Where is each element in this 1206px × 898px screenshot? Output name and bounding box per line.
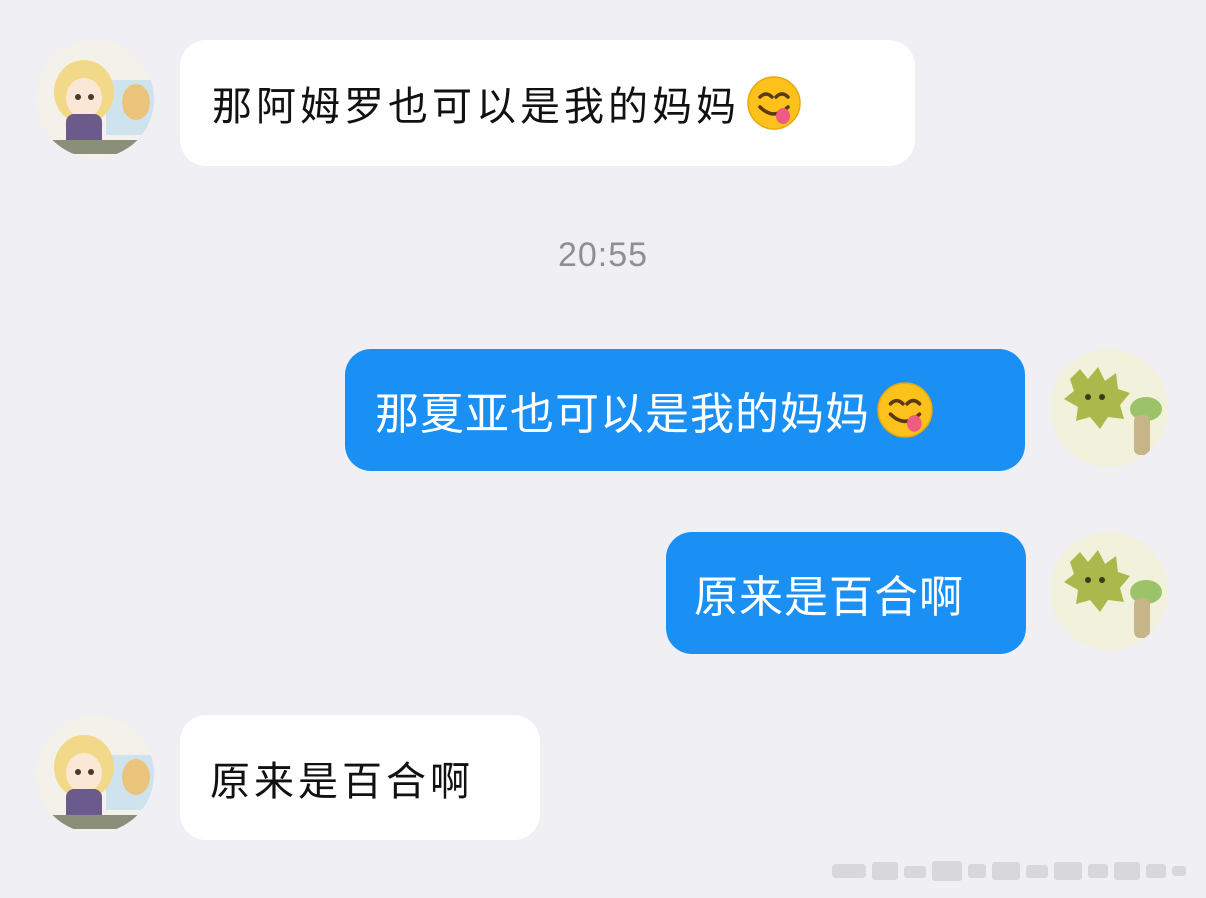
yum-face-emoji-icon: [876, 381, 934, 439]
message-text: 那阿姆罗也可以是我的妈妈: [212, 84, 740, 130]
message-text: 那夏亚也可以是我的妈妈: [375, 389, 870, 440]
yum-face-emoji-icon: [746, 75, 802, 131]
blonde-anime-girl-avatar-icon: [36, 40, 154, 158]
my-avatar[interactable]: [1050, 532, 1168, 650]
message-timestamp: 20:55: [557, 236, 649, 274]
my-avatar[interactable]: [1050, 349, 1168, 467]
message-bubble-sent[interactable]: 那夏亚也可以是我的妈妈: [345, 349, 1025, 471]
message-bubble-sent[interactable]: 原来是百合啊: [666, 532, 1026, 654]
message-bubble-received[interactable]: 原来是百合啊: [180, 715, 540, 840]
green-sprite-avatar-icon: [1050, 532, 1168, 650]
watermark: [832, 854, 1192, 888]
message-text: 原来是百合啊: [210, 758, 474, 805]
green-sprite-avatar-icon: [1050, 349, 1168, 467]
blonde-anime-girl-avatar-icon: [36, 715, 154, 833]
contact-avatar[interactable]: [36, 715, 154, 833]
message-text: 原来是百合啊: [694, 572, 964, 623]
message-bubble-received[interactable]: 那阿姆罗也可以是我的妈妈: [180, 40, 915, 166]
contact-avatar[interactable]: [36, 40, 154, 158]
